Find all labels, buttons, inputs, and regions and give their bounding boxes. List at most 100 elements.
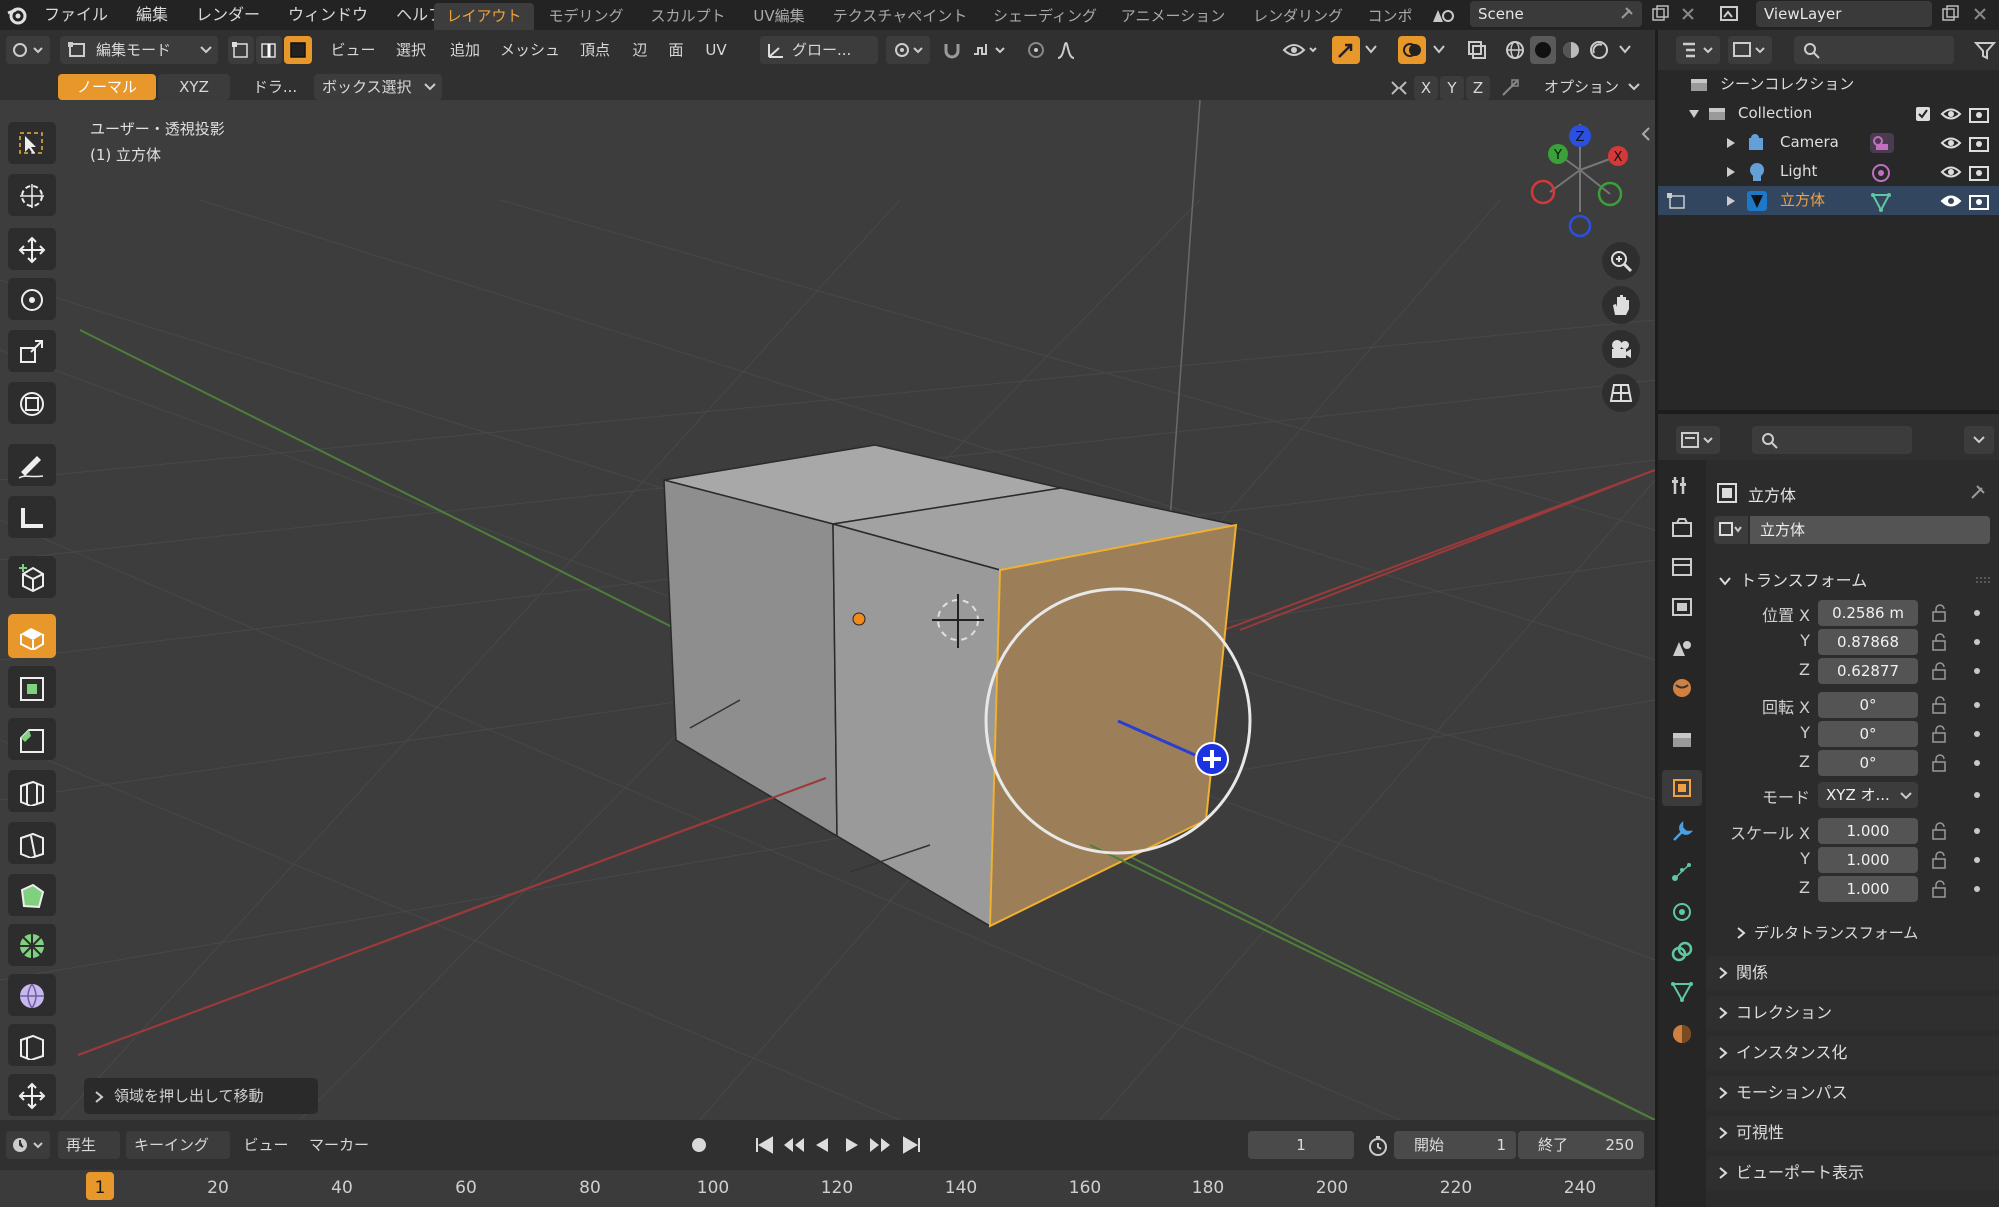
pan-button[interactable] [1602, 286, 1640, 324]
move-tool[interactable] [8, 228, 56, 270]
marker-menu[interactable]: マーカー [304, 1131, 374, 1159]
jump-keyframe-back-icon[interactable] [782, 1135, 806, 1155]
editor-type-button[interactable] [6, 36, 50, 64]
tab-sculpt[interactable]: スカルプト [642, 3, 734, 30]
face-select-button[interactable] [284, 36, 312, 64]
eye-icon[interactable] [1940, 163, 1962, 181]
solid-shading-button[interactable] [1530, 36, 1556, 64]
extrude-region-tool[interactable] [8, 614, 56, 658]
eye-icon[interactable] [1940, 192, 1962, 210]
vertex-select-button[interactable] [228, 36, 254, 64]
mirror-z-toggle[interactable]: Z [1466, 76, 1490, 100]
pin-icon[interactable] [1618, 6, 1634, 22]
keyframe-dot[interactable] [1974, 668, 1980, 674]
menu-mesh[interactable]: メッシュ [496, 36, 564, 64]
tab-modeling[interactable]: モデリング [540, 3, 632, 30]
keyframe-dot[interactable] [1974, 886, 1980, 892]
options-dropdown[interactable]: オプション [1534, 74, 1646, 100]
transform-panel-header[interactable]: トランスフォーム [1706, 564, 1999, 598]
output-tab-icon[interactable] [1670, 556, 1694, 580]
menu-edit[interactable]: 編集 [122, 0, 182, 30]
rotation-y-field[interactable]: 0° [1818, 721, 1918, 747]
menu-view[interactable]: ビュー [326, 36, 380, 64]
expand-right-icon[interactable] [1726, 195, 1736, 207]
knife-tool[interactable] [8, 822, 56, 864]
tab-rendering[interactable]: レンダリング [1242, 3, 1354, 30]
overlays-toggle[interactable] [1398, 36, 1426, 64]
expand-right-icon[interactable] [1726, 137, 1736, 149]
display-mode-dropdown[interactable] [1728, 36, 1772, 64]
tab-animation[interactable]: アニメーション [1114, 3, 1232, 30]
timeline-editor-type-button[interactable] [6, 1131, 50, 1159]
poly-build-tool[interactable] [8, 874, 56, 916]
box-select-dropdown[interactable]: ボックス選択 [314, 74, 442, 100]
eye-icon[interactable] [1940, 105, 1962, 123]
new-scene-icon[interactable] [1650, 4, 1670, 24]
pivot-point-dropdown[interactable] [886, 36, 930, 64]
scale-tool[interactable] [8, 330, 56, 372]
proportional-edit-toggle[interactable] [1022, 36, 1048, 64]
tab-uv-editing[interactable]: UV編集 [744, 3, 814, 30]
location-x-field[interactable]: 0.2586 m [1818, 600, 1918, 626]
playback-menu[interactable]: 再生 [58, 1131, 120, 1159]
location-y-field[interactable]: 0.87868 [1818, 629, 1918, 655]
scene-icon[interactable] [1430, 4, 1456, 26]
menu-add[interactable]: 追加 [442, 36, 488, 64]
material-tab-icon[interactable] [1670, 1022, 1694, 1046]
jump-start-icon[interactable] [754, 1135, 776, 1155]
lock-icon[interactable] [1931, 662, 1949, 680]
scene-tab-icon[interactable] [1670, 636, 1694, 660]
keyframe-dot[interactable] [1974, 702, 1980, 708]
object-type-dropdown[interactable] [1714, 516, 1748, 544]
rotation-z-field[interactable]: 0° [1818, 750, 1918, 776]
gizmo-neg-z[interactable] [1568, 214, 1592, 238]
visibility-dropdown[interactable] [1280, 36, 1322, 64]
xray-toggle-icon[interactable] [1466, 39, 1488, 61]
proportional-falloff-button[interactable] [1052, 36, 1080, 64]
collection-tab-icon[interactable] [1670, 728, 1694, 752]
particles-tab-icon[interactable] [1670, 860, 1694, 884]
auto-merge-icon[interactable] [1500, 78, 1522, 98]
edge-select-button[interactable] [256, 36, 282, 64]
eye-icon[interactable] [1940, 134, 1962, 152]
modifier-tab-icon[interactable] [1670, 820, 1694, 844]
tab-shading[interactable]: シェーディング [986, 3, 1104, 30]
lock-icon[interactable] [1931, 604, 1949, 622]
rendered-shading-icon[interactable] [1588, 39, 1610, 61]
object-tab-icon[interactable] [1670, 776, 1694, 800]
scene-collection-row[interactable]: シーンコレクション [1658, 70, 1999, 99]
lock-icon[interactable] [1931, 822, 1949, 840]
lock-icon[interactable] [1931, 851, 1949, 869]
jump-end-icon[interactable] [900, 1135, 922, 1155]
world-tab-icon[interactable] [1670, 676, 1694, 700]
camera-render-icon[interactable] [1968, 162, 1990, 182]
snap-toggle[interactable] [938, 36, 966, 64]
close-scene-icon[interactable] [1680, 6, 1696, 22]
loop-cut-tool[interactable] [8, 770, 56, 812]
play-icon[interactable] [842, 1135, 862, 1155]
wireframe-shading-icon[interactable] [1504, 39, 1526, 61]
instancing-panel-header[interactable]: インスタンス化 [1706, 1036, 1999, 1070]
camera-render-icon[interactable] [1968, 133, 1990, 153]
constraints-tab-icon[interactable] [1670, 940, 1694, 964]
render-tab-icon[interactable] [1670, 516, 1694, 540]
outliner-item-cube[interactable]: 立方体 [1658, 186, 1999, 215]
location-z-field[interactable]: 0.62877 [1818, 658, 1918, 684]
collapse-arrow-icon[interactable] [1640, 126, 1652, 142]
transform-tool[interactable] [8, 382, 56, 424]
mirror-icon[interactable] [1388, 78, 1410, 98]
visibility-panel-header[interactable]: 可視性 [1706, 1116, 1999, 1150]
chevron-down-icon[interactable] [1618, 44, 1632, 56]
spin-tool[interactable] [8, 924, 56, 966]
motion-paths-panel-header[interactable]: モーションパス [1706, 1076, 1999, 1110]
scale-y-field[interactable]: 1.000 [1818, 847, 1918, 873]
stopwatch-icon[interactable] [1366, 1134, 1390, 1158]
menu-vertex[interactable]: 頂点 [572, 36, 618, 64]
keying-menu[interactable]: キーイング [126, 1131, 230, 1159]
tab-compositing[interactable]: コンポ [1364, 3, 1416, 30]
menu-window[interactable]: ウィンドウ [274, 0, 382, 30]
tab-texture-paint[interactable]: テクスチャペイント [824, 3, 976, 30]
properties-editor-type-button[interactable] [1676, 426, 1720, 454]
checkbox-icon[interactable] [1914, 105, 1932, 123]
lock-icon[interactable] [1931, 754, 1949, 772]
